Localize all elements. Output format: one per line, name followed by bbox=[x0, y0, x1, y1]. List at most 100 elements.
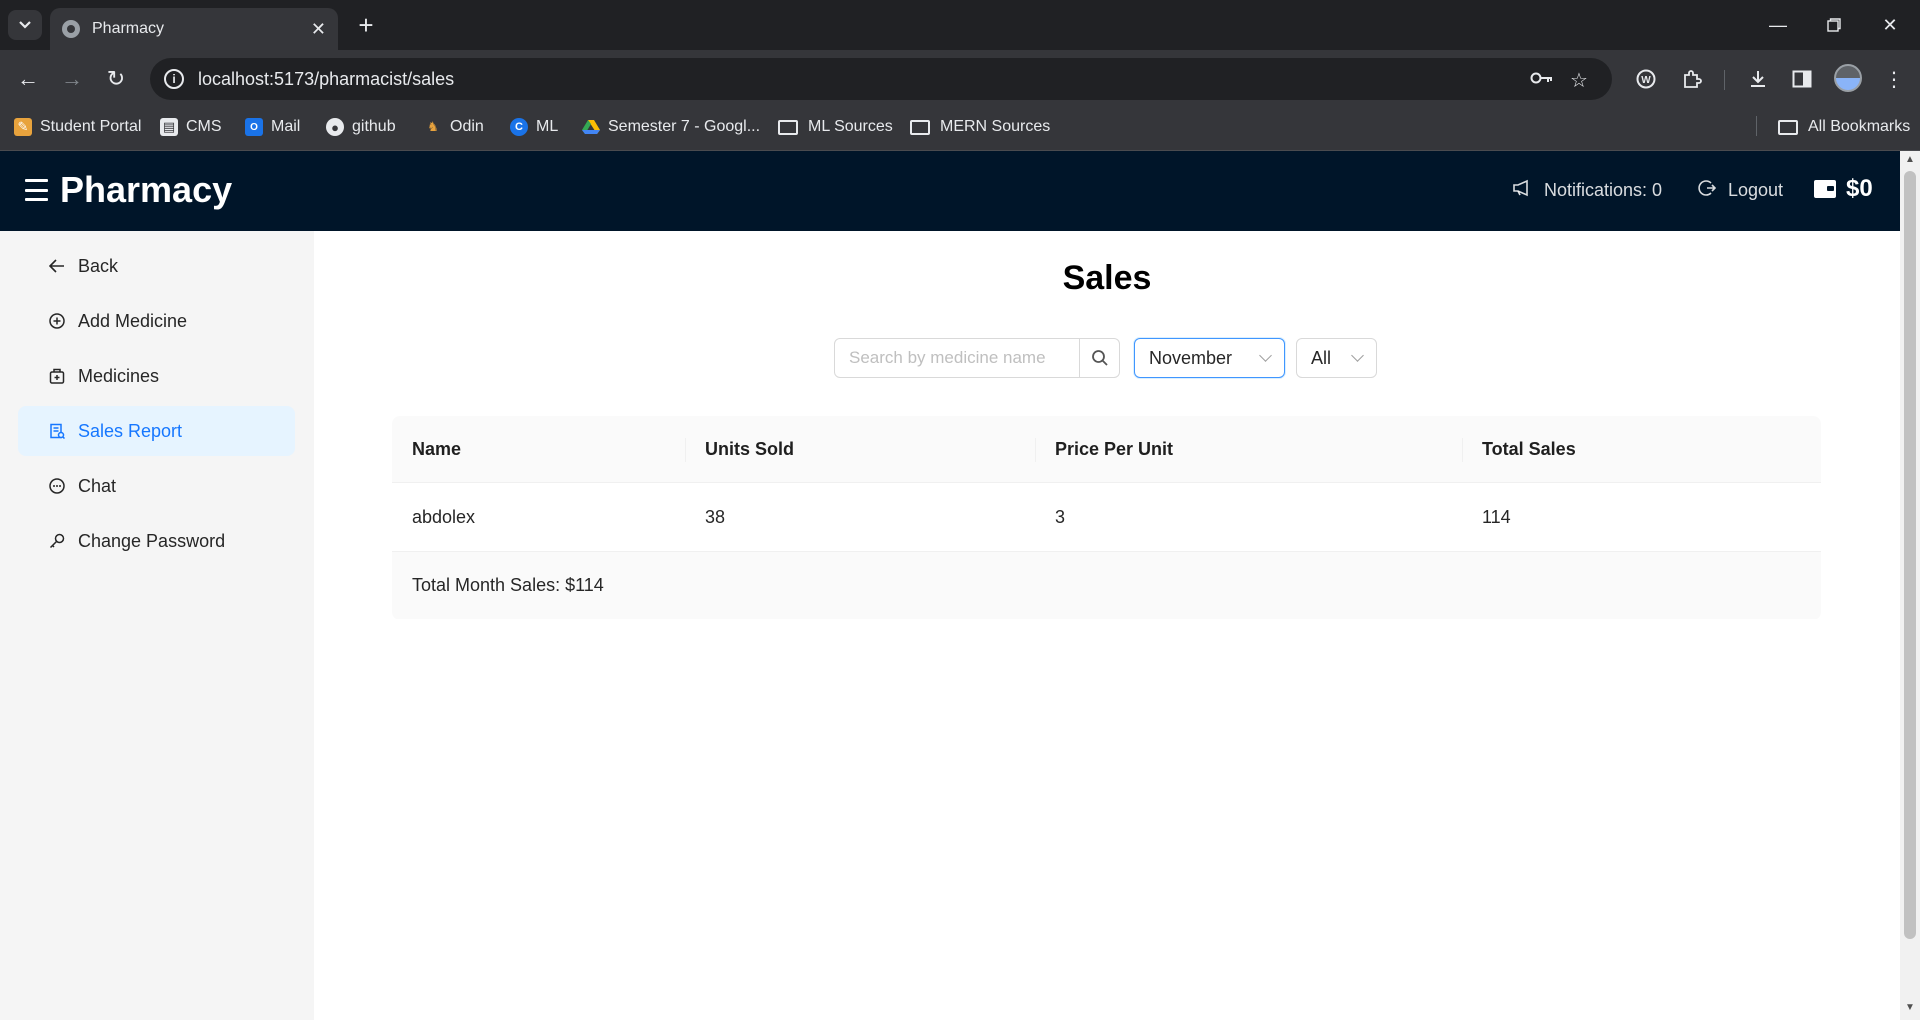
column-header-price-per-unit: Price Per Unit bbox=[1055, 439, 1174, 459]
download-icon[interactable] bbox=[1744, 65, 1772, 93]
page-title: Sales bbox=[1062, 259, 1152, 297]
bookmark-label: Student Portal bbox=[40, 118, 142, 135]
url-text[interactable]: localhost:5173/pharmacist/sales bbox=[198, 69, 454, 90]
page-scrollbar[interactable]: ▲ ▼ bbox=[1900, 151, 1920, 1020]
extension-w-icon[interactable]: W bbox=[1632, 65, 1660, 93]
bookmarks-bar: ✎ Student Portal ▤ CMS O Mail ● github ♞… bbox=[0, 108, 1920, 151]
browser-tab-pharmacy[interactable]: Pharmacy ✕ bbox=[50, 8, 338, 50]
bookmark-ml[interactable]: C ML bbox=[510, 118, 558, 136]
cell-units-sold: 38 bbox=[705, 507, 726, 527]
scroll-up-icon[interactable]: ▲ bbox=[1904, 155, 1916, 165]
message-icon bbox=[48, 478, 66, 494]
bookmark-label: Odin bbox=[450, 118, 484, 135]
notifications-button[interactable]: Notifications: 0 bbox=[1512, 179, 1662, 202]
bookmark-label: CMS bbox=[186, 118, 222, 135]
wallet-button[interactable]: $0 bbox=[1814, 175, 1873, 203]
reload-icon[interactable]: ↻ bbox=[100, 63, 132, 95]
column-header-units-sold: Units Sold bbox=[705, 439, 794, 459]
folder-icon bbox=[1778, 119, 1798, 135]
cell-total-sales: 114 bbox=[1482, 507, 1511, 527]
site-info-icon[interactable]: i bbox=[164, 69, 184, 89]
new-tab-button[interactable]: + bbox=[352, 12, 380, 40]
bookmark-label: ML bbox=[536, 118, 559, 135]
search-button[interactable] bbox=[1080, 338, 1120, 378]
address-bar[interactable]: i localhost:5173/pharmacist/sales ☆ bbox=[150, 58, 1612, 100]
sidebar-item-medicines[interactable]: Medicines bbox=[18, 351, 295, 401]
column-divider bbox=[1462, 438, 1463, 462]
sidebar-item-label: Medicines bbox=[78, 365, 160, 386]
month-select[interactable]: November bbox=[1134, 338, 1285, 378]
notifications-label: Notifications: 0 bbox=[1544, 180, 1663, 200]
outlook-icon: O bbox=[245, 118, 263, 136]
search-input[interactable] bbox=[834, 338, 1080, 378]
table-row: abdolex 38 3 114 bbox=[392, 483, 1821, 552]
folder-icon bbox=[778, 119, 798, 135]
table-header: Name Units Sold Price Per Unit Total Sal… bbox=[392, 416, 1821, 483]
sidebar-item-label: Chat bbox=[78, 475, 117, 496]
back-arrow-icon[interactable]: ← bbox=[12, 63, 44, 95]
all-bookmarks[interactable]: All Bookmarks bbox=[1778, 118, 1910, 136]
svg-text:W: W bbox=[1641, 75, 1651, 86]
sidebar-item-label: Change Password bbox=[78, 530, 226, 551]
wallet-balance: $0 bbox=[1846, 175, 1873, 202]
filter-select-value: All bbox=[1311, 347, 1332, 368]
bookmark-label: ML Sources bbox=[808, 118, 893, 135]
close-tab-icon[interactable]: ✕ bbox=[311, 19, 326, 40]
column-header-name: Name bbox=[412, 439, 462, 459]
chevron-down-icon bbox=[1351, 348, 1364, 362]
extensions-puzzle-icon[interactable] bbox=[1678, 65, 1706, 93]
sidebar-item-change-password[interactable]: Change Password bbox=[18, 516, 295, 566]
table-footer: Total Month Sales: $114 bbox=[392, 552, 1821, 619]
plus-circle-icon bbox=[48, 313, 66, 329]
bookmark-mail[interactable]: O Mail bbox=[245, 118, 300, 136]
bookmark-label: Semester 7 - Googl... bbox=[608, 118, 761, 135]
scrollbar-thumb[interactable] bbox=[1904, 171, 1916, 939]
sidebar-item-back[interactable]: Back bbox=[18, 241, 295, 291]
restore-icon[interactable] bbox=[1806, 8, 1862, 42]
report-icon bbox=[48, 423, 66, 439]
sidebar: Back Add Medicine Medicines Sales Report… bbox=[0, 231, 314, 1020]
bookmark-label: Mail bbox=[271, 118, 301, 135]
hamburger-menu-icon[interactable] bbox=[25, 179, 48, 201]
bookmark-star-icon[interactable]: ☆ bbox=[1570, 68, 1588, 93]
pharmacy-app: Pharmacy Notifications: 0 Logout $0 Back bbox=[0, 151, 1900, 1020]
toolbar-divider bbox=[1724, 70, 1725, 90]
bookmark-semester[interactable]: Semester 7 - Googl... bbox=[582, 118, 760, 136]
close-window-icon[interactable]: ✕ bbox=[1862, 8, 1918, 42]
document-icon: ▤ bbox=[160, 118, 178, 136]
bookmark-odin[interactable]: ♞ Odin bbox=[424, 118, 484, 136]
bookmark-student-portal[interactable]: ✎ Student Portal bbox=[14, 118, 141, 136]
bookmark-github[interactable]: ● github bbox=[326, 118, 396, 136]
profile-avatar[interactable] bbox=[1834, 64, 1862, 92]
folder-icon bbox=[910, 119, 930, 135]
student-portal-icon: ✎ bbox=[14, 118, 32, 136]
bookmarks-divider bbox=[1756, 116, 1757, 136]
cell-name: abdolex bbox=[412, 507, 476, 527]
month-select-value: November bbox=[1149, 347, 1233, 368]
arrow-left-icon bbox=[48, 259, 66, 273]
main-content: Sales November All Name Units Sold Price… bbox=[314, 231, 1900, 1020]
all-bookmarks-label: All Bookmarks bbox=[1808, 118, 1911, 135]
app-header: Pharmacy Notifications: 0 Logout $0 bbox=[0, 151, 1900, 231]
medicine-box-icon bbox=[48, 368, 66, 384]
minimize-icon[interactable]: — bbox=[1750, 8, 1806, 42]
bookmark-mern-sources[interactable]: MERN Sources bbox=[910, 118, 1050, 136]
sidebar-item-add-medicine[interactable]: Add Medicine bbox=[18, 296, 295, 346]
sidebar-item-chat[interactable]: Chat bbox=[18, 461, 295, 511]
wallet-icon bbox=[1814, 180, 1836, 198]
password-key-icon[interactable] bbox=[1530, 68, 1554, 91]
side-panel-icon[interactable] bbox=[1788, 65, 1816, 93]
logout-button[interactable]: Logout bbox=[1698, 179, 1783, 202]
browser-tabstrip: Pharmacy ✕ + — ✕ bbox=[0, 0, 1920, 50]
tab-search-button[interactable] bbox=[8, 10, 42, 40]
filter-select[interactable]: All bbox=[1296, 338, 1377, 378]
brand-title: Pharmacy bbox=[60, 169, 233, 210]
bookmark-cms[interactable]: ▤ CMS bbox=[160, 118, 222, 136]
bookmark-label: MERN Sources bbox=[940, 118, 1051, 135]
tab-title: Pharmacy bbox=[92, 20, 165, 37]
menu-kebab-icon[interactable]: ⋮ bbox=[1880, 65, 1908, 93]
sidebar-item-sales-report[interactable]: Sales Report bbox=[18, 406, 295, 456]
scroll-down-icon[interactable]: ▼ bbox=[1904, 1003, 1916, 1013]
bookmark-ml-sources[interactable]: ML Sources bbox=[778, 118, 893, 136]
forward-arrow-icon[interactable]: → bbox=[56, 63, 88, 95]
